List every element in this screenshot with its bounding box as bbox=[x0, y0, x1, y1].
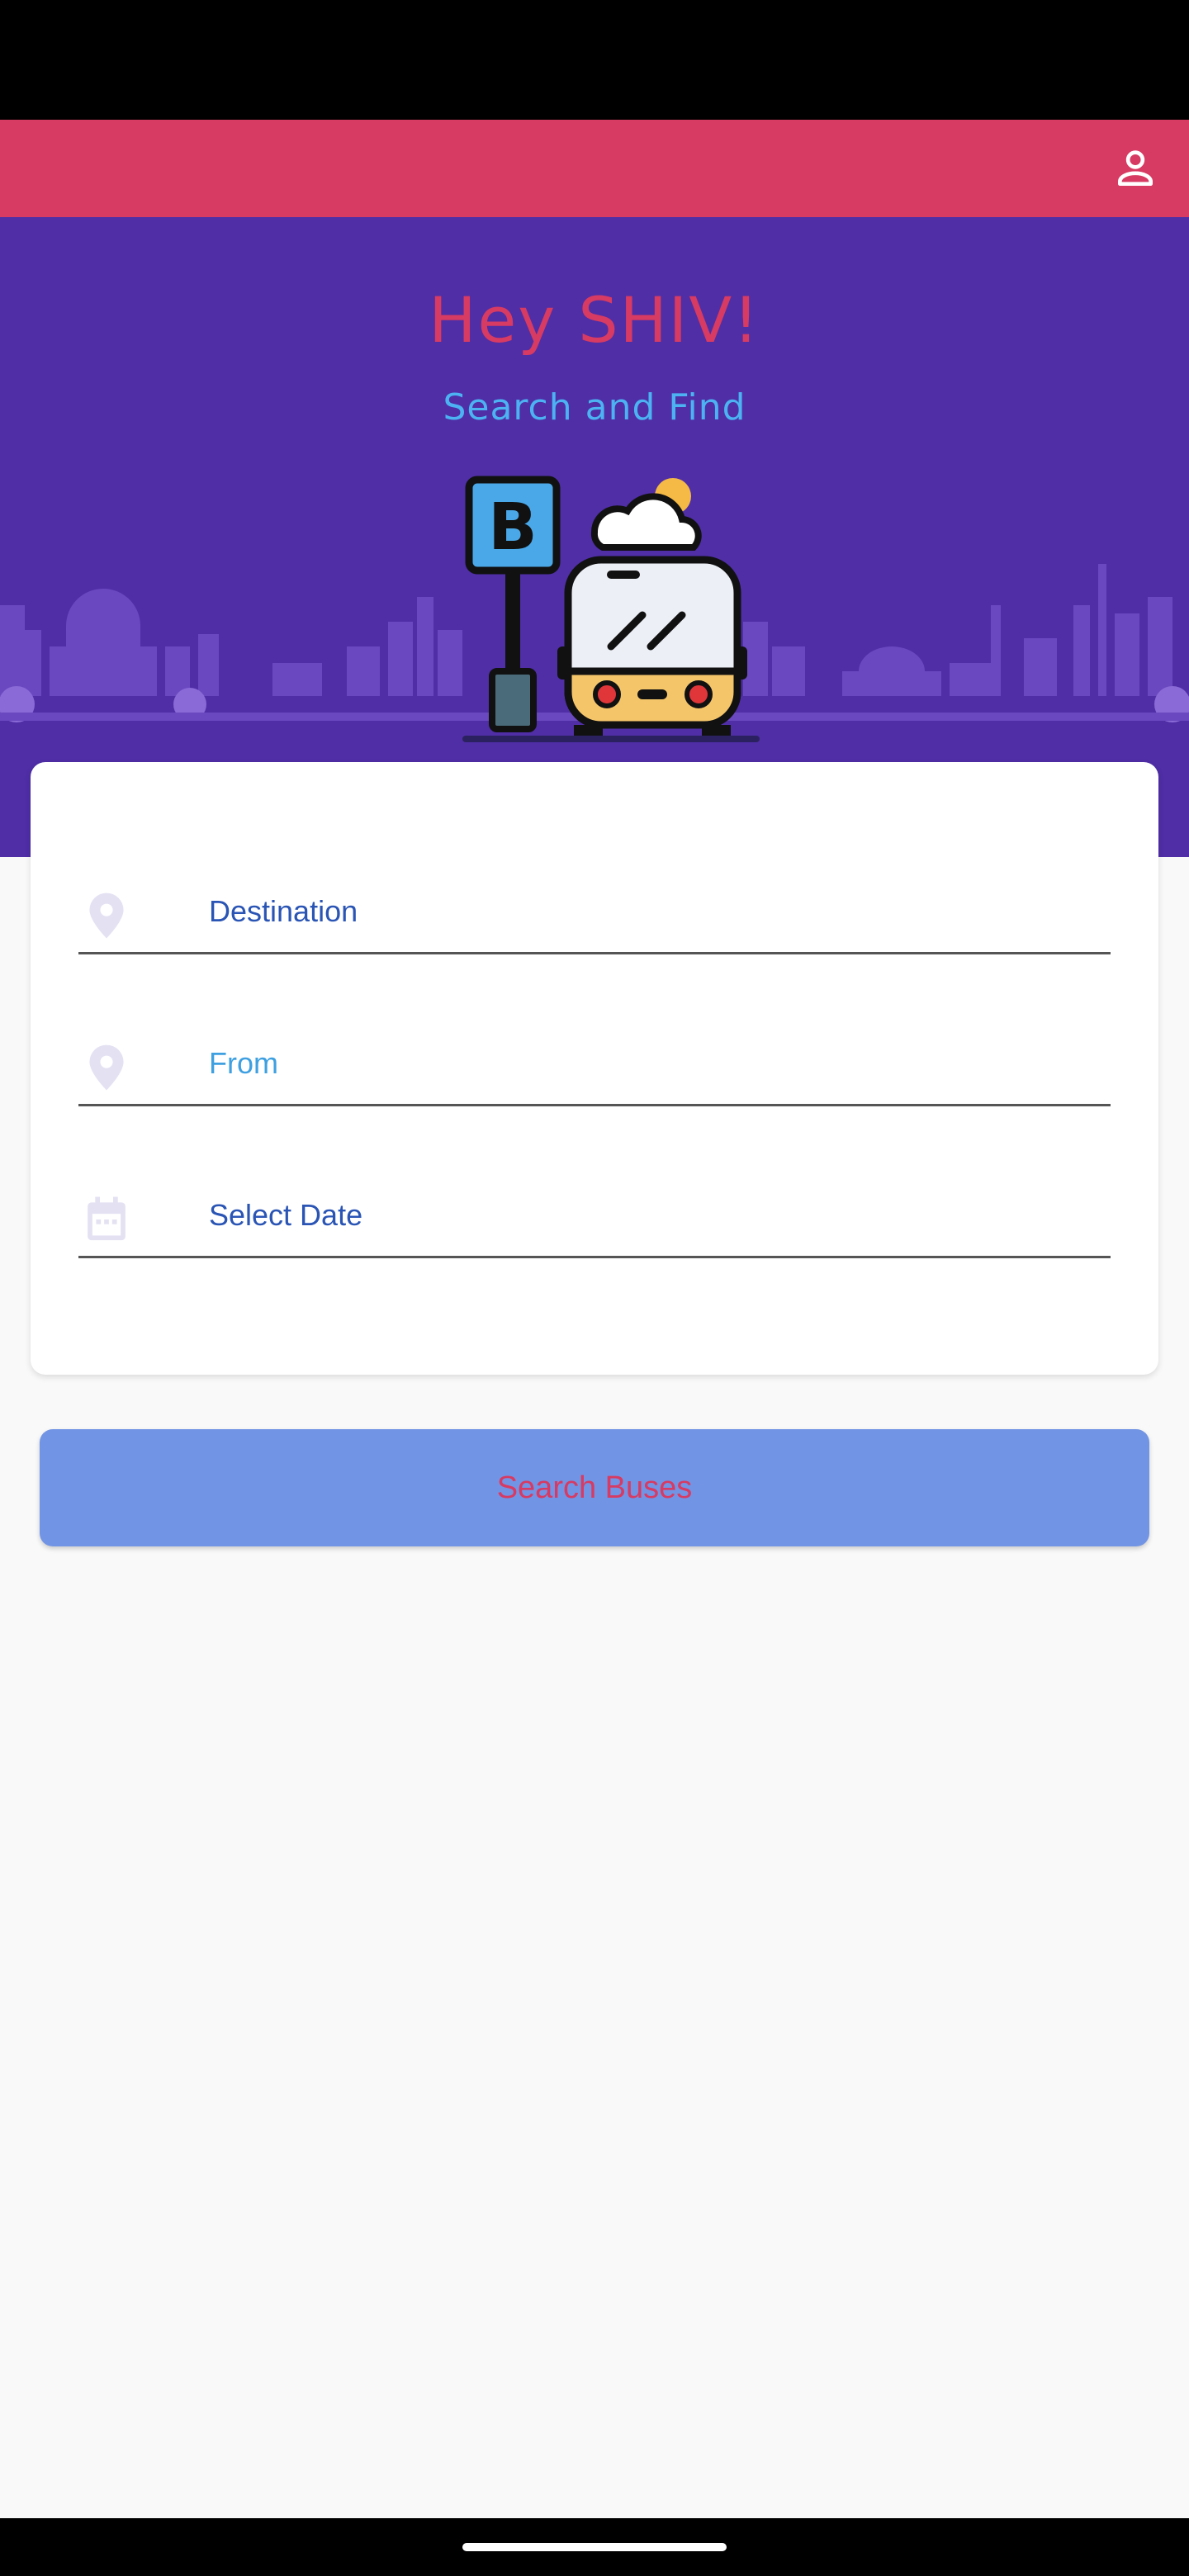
search-buses-button[interactable]: Search Buses bbox=[40, 1429, 1149, 1546]
search-buses-label: Search Buses bbox=[496, 1470, 693, 1505]
svg-text:B: B bbox=[488, 490, 537, 565]
app-bar bbox=[0, 120, 1189, 217]
location-pin-icon bbox=[89, 893, 124, 939]
destination-label: Destination bbox=[209, 894, 358, 928]
home-gesture-handle[interactable] bbox=[462, 2543, 727, 2551]
select-date-field[interactable]: Select Date bbox=[78, 1190, 1111, 1258]
bus-stop-illustration: B bbox=[462, 476, 760, 742]
location-pin-icon bbox=[89, 1044, 124, 1091]
hero-banner: Hey SHIV! Search and Find B bbox=[0, 217, 1189, 857]
from-field[interactable]: From bbox=[78, 1038, 1111, 1106]
profile-button[interactable] bbox=[1098, 131, 1172, 206]
from-label: From bbox=[209, 1046, 278, 1080]
person-outline-icon bbox=[1118, 150, 1153, 187]
greeting-title: Hey SHIV! bbox=[429, 283, 760, 357]
destination-field[interactable]: Destination bbox=[78, 886, 1111, 954]
calendar-icon bbox=[88, 1196, 126, 1241]
greeting-subtitle: Search and Find bbox=[443, 386, 746, 429]
status-bar bbox=[0, 0, 1189, 120]
search-form-card: Destination From Select Date bbox=[31, 762, 1158, 1375]
select-date-label: Select Date bbox=[209, 1198, 363, 1232]
